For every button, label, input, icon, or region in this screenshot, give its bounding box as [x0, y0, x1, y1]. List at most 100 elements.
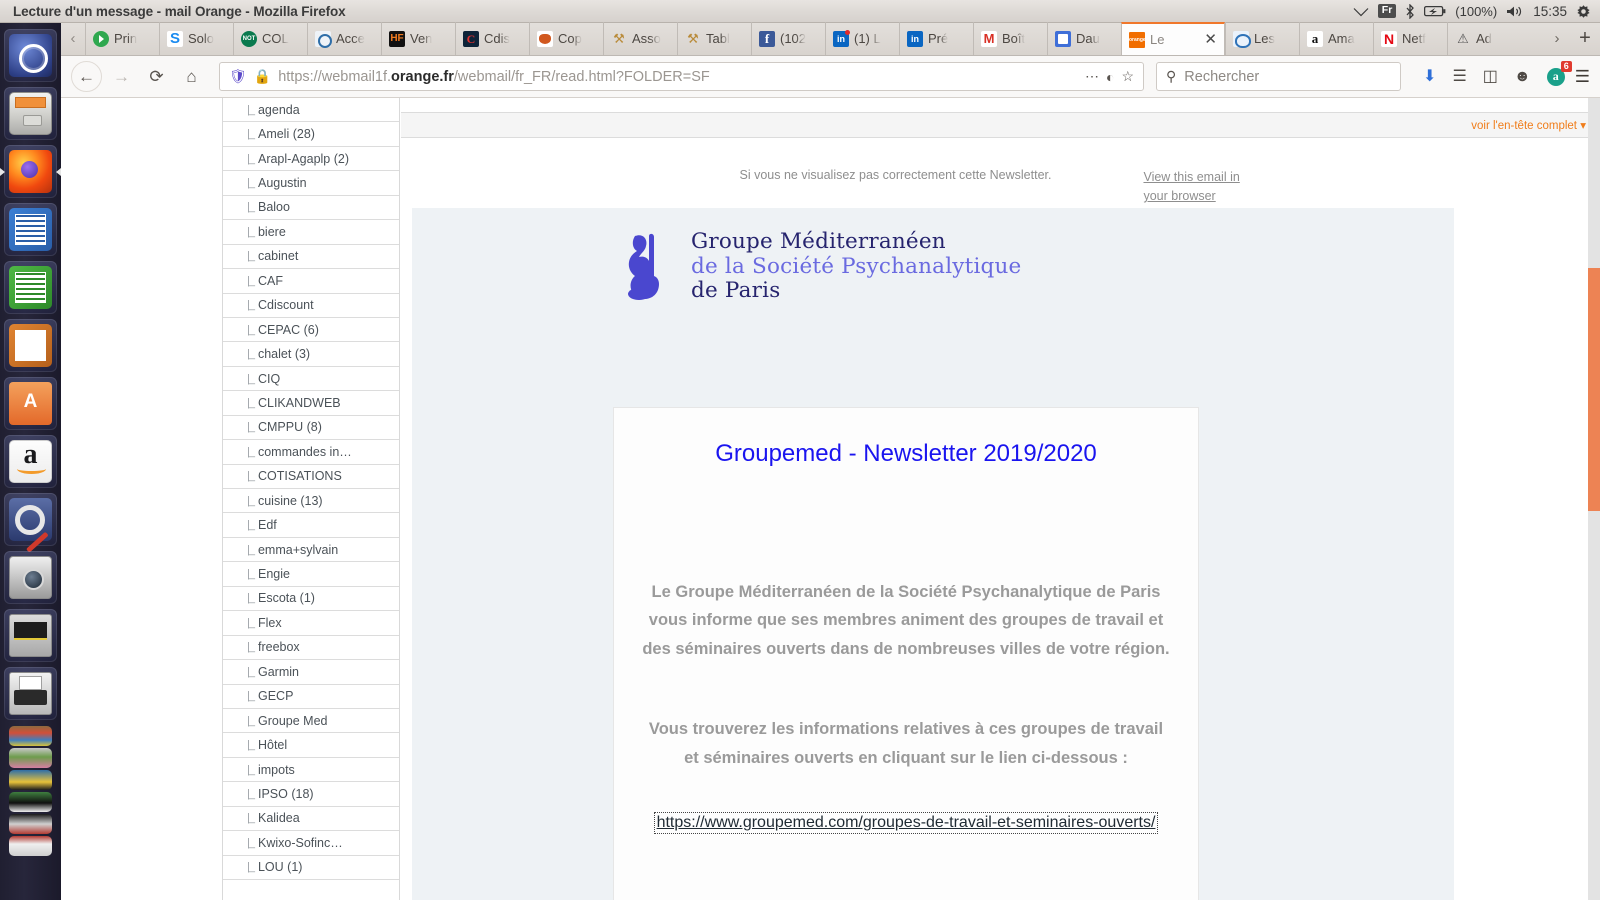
folder-item-flex[interactable]: |_ Flex [223, 611, 399, 636]
folder-item-ipso[interactable]: |_ IPSO (18) [223, 782, 399, 807]
folder-item-garmin[interactable]: |_ Garmin [223, 660, 399, 685]
folder-item-hotel[interactable]: |_ Hôtel [223, 733, 399, 758]
tab-cop[interactable]: Cop [529, 22, 603, 55]
tab-orange-mail[interactable]: orange Le ✕ [1121, 22, 1225, 55]
shield-icon[interactable]: 🛡 [229, 68, 247, 85]
launcher-item-camera[interactable] [4, 551, 57, 604]
folder-item-gecp[interactable]: |_ GECP [223, 685, 399, 709]
folder-item-agenda[interactable]: |_ agenda [223, 98, 399, 123]
launcher-item-stack-2[interactable] [4, 747, 57, 769]
tab-cdis[interactable]: C Cdis [455, 22, 529, 55]
tab-tabl[interactable]: ⚒ Tabl [677, 22, 751, 55]
folder-item-groupe-med[interactable]: |_ Groupe Med [223, 709, 399, 734]
folder-item-cdiscount[interactable]: |_ Cdiscount [223, 294, 399, 318]
reader-view-icon[interactable]: ◐ [1106, 69, 1114, 85]
launcher-item-stack-3[interactable] [4, 769, 57, 791]
tab-linkedin-feed[interactable]: in (1) L [825, 22, 899, 55]
tab-ven[interactable]: HF Ven [381, 22, 455, 55]
tab-asso[interactable]: ⚒ Asso [603, 22, 677, 55]
view-in-browser-link[interactable]: View this email in your browser [1143, 168, 1261, 207]
search-bar[interactable]: ⚲ Rechercher [1156, 62, 1402, 91]
folder-item-engie[interactable]: |_ Engie [223, 562, 399, 587]
tabs-overflow-icon[interactable]: › [1544, 22, 1570, 55]
folder-item-arapl-agaplp[interactable]: |_ Arapl-Agaplp (2) [223, 147, 399, 172]
folder-item-impots[interactable]: |_ impots [223, 758, 399, 783]
tab-ad[interactable]: ⚠ Ad [1447, 22, 1521, 55]
bluetooth-icon[interactable] [1405, 3, 1415, 19]
folder-item-cabinet[interactable]: |_ cabinet [223, 245, 399, 270]
launcher-item-files[interactable] [4, 87, 57, 140]
download-icon[interactable]: ⬇ [1423, 68, 1436, 85]
tab-dauphine[interactable]: Dau [1047, 22, 1121, 55]
account-icon[interactable]: ☻ [1514, 68, 1531, 85]
reload-icon[interactable]: ⟳ [141, 61, 172, 92]
folder-item-ameli[interactable]: |_ Ameli (28) [223, 122, 399, 147]
folder-item-commandes[interactable]: |_ commandes in… [223, 440, 399, 465]
folder-item-escota[interactable]: |_ Escota (1) [223, 587, 399, 612]
tab-solo[interactable]: S Solo [159, 22, 233, 55]
sidebar-icon[interactable]: ◫ [1483, 68, 1498, 85]
page-scrollbar-thumb[interactable] [1588, 268, 1600, 511]
launcher-item-stack-5[interactable] [4, 813, 57, 835]
tab-facebook[interactable]: f (102 [751, 22, 825, 55]
folder-item-chalet[interactable]: |_ chalet (3) [223, 342, 399, 367]
back-arrow-icon[interactable]: ← [71, 61, 102, 92]
folder-item-freebox[interactable]: |_ freebox [223, 636, 399, 661]
close-icon[interactable]: ✕ [1201, 32, 1217, 47]
folder-item-cotisations[interactable]: |_ COTISATIONS [223, 465, 399, 489]
launcher-item-ubuntu-software[interactable] [4, 377, 57, 430]
clock[interactable]: 15:35 [1533, 4, 1567, 19]
folder-item-biere[interactable]: |_ biere [223, 220, 399, 245]
launcher-item-libreoffice-calc[interactable] [4, 261, 57, 314]
launcher-item-amazon[interactable] [4, 435, 57, 488]
forward-arrow-icon[interactable]: → [106, 61, 137, 92]
launcher-item-ubuntu-dash[interactable] [4, 29, 57, 82]
search-input[interactable]: Rechercher [1184, 69, 1259, 85]
folder-item-emma-sylvain[interactable]: |_ emma+sylvain [223, 538, 399, 563]
tab-amazon[interactable]: a Ama [1299, 22, 1373, 55]
launcher-item-printer[interactable] [4, 667, 57, 720]
ellipsis-icon[interactable]: ⋯ [1085, 68, 1099, 85]
launcher-item-stack-4[interactable] [4, 791, 57, 813]
launcher-item-firefox[interactable] [0, 145, 61, 198]
library-icon[interactable]: ☰ [1452, 68, 1466, 85]
folder-item-cepac[interactable]: |_ CEPAC (6) [223, 318, 399, 343]
launcher-item-stack-1[interactable] [4, 725, 57, 747]
star-icon[interactable]: ☆ [1121, 68, 1134, 85]
folder-item-augustin[interactable]: |_ Augustin [223, 171, 399, 196]
launcher-item-libreoffice-writer[interactable] [4, 203, 57, 256]
tab-prin[interactable]: Prin [85, 22, 159, 55]
tab-linkedin-pref[interactable]: in Pré [899, 22, 973, 55]
tab-gmail[interactable]: M Boît [973, 22, 1047, 55]
home-icon[interactable]: ⌂ [176, 61, 207, 92]
folder-item-kwixo-sofinco[interactable]: |_ Kwixo-Sofinc… [223, 831, 399, 856]
folder-item-caf[interactable]: |_ CAF [223, 269, 399, 294]
wifi-icon[interactable] [1353, 5, 1369, 17]
launcher-item-system-settings[interactable] [4, 493, 57, 546]
tab-netflix[interactable]: N Netf [1373, 22, 1447, 55]
folder-item-baloo[interactable]: |_ Baloo [223, 196, 399, 221]
folder-item-kalidea[interactable]: |_ Kalidea [223, 807, 399, 832]
show-full-header-toggle[interactable]: voir l'en-tête complet ▾ [1471, 118, 1586, 132]
volume-icon[interactable] [1506, 5, 1524, 18]
newsletter-cta-link[interactable]: https://www.groupemed.com/groupes-de-tra… [653, 811, 1159, 834]
url-bar[interactable]: 🛡 🔒 https://webmail1f.orange.fr/webmail/… [219, 62, 1145, 91]
launcher-item-scanner[interactable] [4, 609, 57, 662]
folder-item-edf[interactable]: |_ Edf [223, 513, 399, 538]
tabs-scroll-left-icon[interactable]: ‹ [61, 22, 85, 55]
tab-leboncoin[interactable]: Les [1225, 22, 1299, 55]
launcher-item-libreoffice-impress[interactable] [4, 319, 57, 372]
adblock-icon[interactable]: a6 [1546, 60, 1572, 86]
folder-item-clikandweb[interactable]: |_ CLIKANDWEB [223, 391, 399, 416]
folder-item-ciq[interactable]: |_ CIQ [223, 367, 399, 392]
tab-col[interactable]: NOT COL [233, 22, 307, 55]
launcher-item-stack-6[interactable] [4, 835, 57, 857]
hamburger-menu-icon[interactable]: ☰ [1575, 67, 1590, 87]
folder-item-lou[interactable]: |_ LOU (1) [223, 856, 399, 880]
keyboard-layout-indicator[interactable]: Fr [1377, 3, 1397, 18]
new-tab-button[interactable]: + [1570, 22, 1600, 55]
tab-acce[interactable]: Acce [307, 22, 381, 55]
page-scrollbar-track[interactable] [1588, 98, 1600, 900]
folder-item-cuisine[interactable]: |_ cuisine (13) [223, 489, 399, 514]
battery-icon[interactable] [1424, 5, 1446, 17]
